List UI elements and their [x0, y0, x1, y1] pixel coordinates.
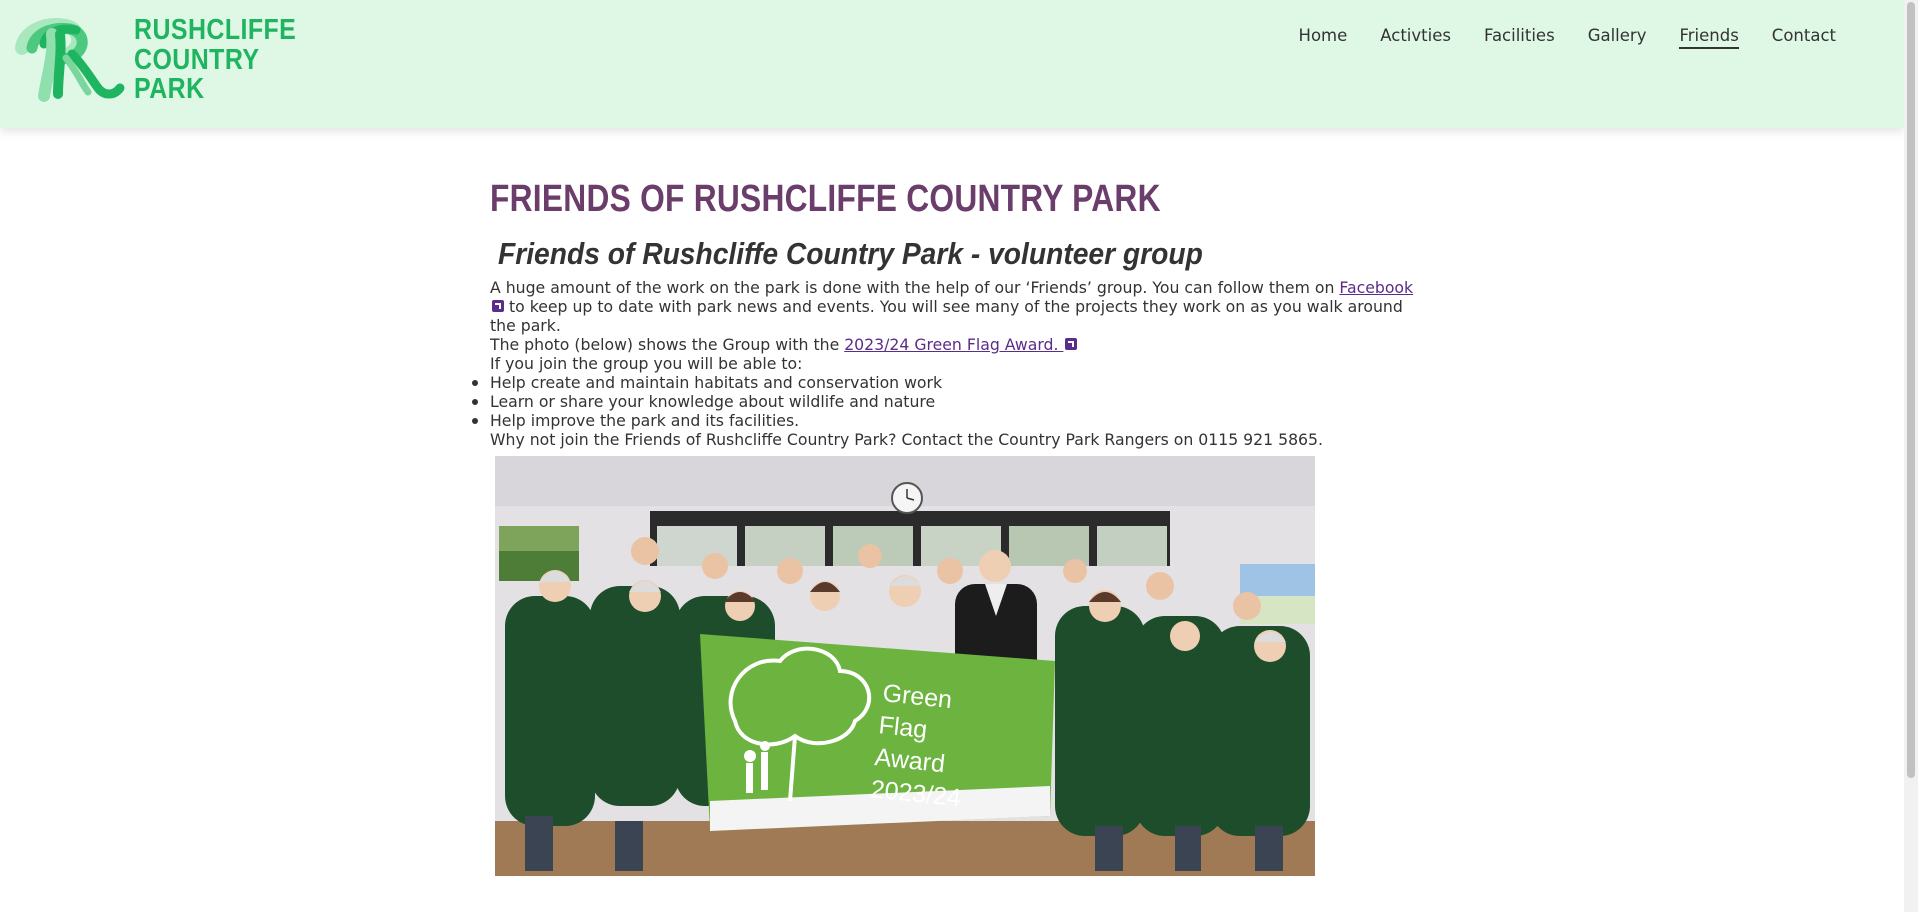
award-link-label: 2023/24 Green Flag Award.: [844, 335, 1064, 354]
benefits-list: Help create and maintain habitats and co…: [472, 373, 1420, 430]
page-scrollbar[interactable]: [1904, 0, 1918, 912]
list-item: Help create and maintain habitats and co…: [472, 373, 1420, 392]
external-link-icon: [1065, 337, 1078, 350]
facebook-link-label: Facebook: [1339, 278, 1414, 297]
logo-line: PARK: [134, 73, 205, 105]
join-intro: If you join the group you will be able t…: [490, 354, 803, 373]
nav-item-activities[interactable]: Activties: [1380, 26, 1451, 49]
flag-text-line: Flag: [877, 711, 928, 744]
nav-item-gallery[interactable]: Gallery: [1588, 26, 1647, 49]
logo-line: RUSHCLIFFE: [134, 14, 297, 46]
list-item: Help improve the park and its facilities…: [472, 411, 1420, 430]
logo-wordmark[interactable]: RUSHCLIFFE COUNTRY PARK: [134, 14, 323, 105]
award-paragraph: The photo (below) shows the Group with t…: [490, 335, 1420, 354]
nav-item-facilities[interactable]: Facilities: [1484, 26, 1555, 49]
list-item: Learn or share your knowledge about wild…: [472, 392, 1420, 411]
contact-paragraph: Why not join the Friends of Rushcliffe C…: [490, 430, 1324, 449]
nav-item-home[interactable]: Home: [1299, 26, 1348, 49]
nav-item-friends[interactable]: Friends: [1679, 26, 1739, 49]
nav-item-contact[interactable]: Contact: [1772, 26, 1836, 49]
external-link-icon: [492, 299, 504, 312]
scrollbar-thumb[interactable]: [1907, 2, 1915, 778]
main-content: FRIENDS OF RUSHCLIFFE COUNTRY PARK Frien…: [472, 178, 1420, 449]
body-text: A huge amount of the work on the park is…: [472, 278, 1420, 449]
site-logo-icon[interactable]: [14, 14, 129, 104]
page-title: FRIENDS OF RUSHCLIFFE COUNTRY PARK: [490, 178, 1161, 220]
intro-text: A huge amount of the work on the park is…: [490, 278, 1340, 297]
group-photo: Green Flag Award 2023/24: [495, 456, 1315, 876]
intro-text-continued: to keep up to date with park news and ev…: [490, 297, 1403, 335]
green-flag-award-link[interactable]: 2023/24 Green Flag Award.: [844, 335, 1078, 354]
section-subtitle: Friends of Rushcliffe Country Park - vol…: [498, 236, 1203, 271]
intro-paragraph: A huge amount of the work on the park is…: [490, 278, 1420, 335]
logo-line: COUNTRY: [134, 43, 260, 76]
main-nav: Home Activties Facilities Gallery Friend…: [1299, 26, 1836, 49]
site-header: RUSHCLIFFE COUNTRY PARK Home Activties F…: [0, 0, 1904, 128]
award-text: The photo (below) shows the Group with t…: [490, 335, 845, 354]
